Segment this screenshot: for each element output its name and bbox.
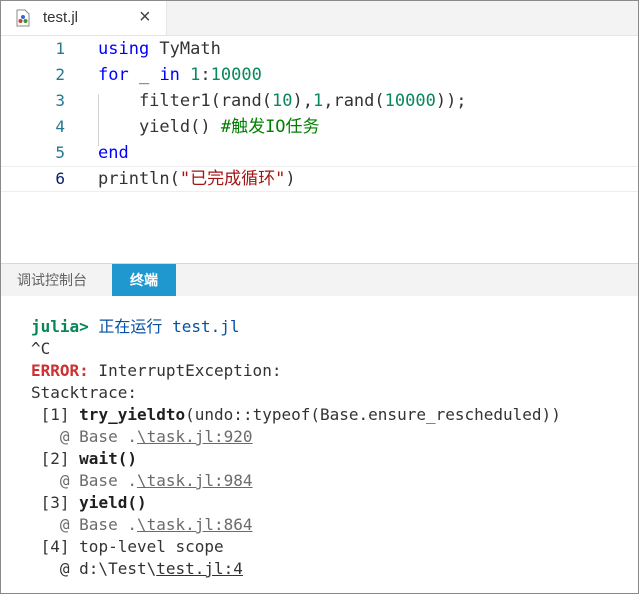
code-line-6[interactable]: 6 println("已完成循环"): [1, 166, 638, 192]
frame-module: @ Base .: [31, 515, 137, 534]
code-token: end: [98, 143, 129, 163]
editor-tab-bar: test.jl ×: [1, 1, 638, 36]
line-number: 3: [55, 91, 65, 110]
stack-frame-4: [4] top-level scope: [31, 536, 224, 558]
code-token: yield(): [98, 117, 221, 137]
line-number: 2: [55, 65, 65, 84]
code-token: ): [285, 169, 296, 189]
tab-debug-console[interactable]: 调试控制台: [17, 264, 87, 296]
stack-frame-4-location: @ d:\Test\test.jl:4: [31, 558, 243, 580]
code-line-2[interactable]: 2 for _ in 1:10000: [1, 62, 638, 88]
frame-module: @ d:\Test\: [31, 559, 157, 578]
code-text: filter1(rand(10),1,rand(10000));: [98, 88, 467, 114]
code-token: println(: [98, 169, 180, 189]
frame-file-link[interactable]: \task.jl:920: [137, 427, 253, 446]
error-line: ERROR: InterruptException:: [31, 360, 281, 382]
frame-function: wait(): [79, 449, 137, 468]
frame-file-link[interactable]: \task.jl:984: [137, 471, 253, 490]
stack-frame-2-location: @ Base .\task.jl:984: [31, 470, 253, 492]
terminal-prompt-line: julia> 正在运行 test.jl: [31, 316, 240, 338]
code-text: yield() #触发IO任务: [98, 114, 320, 140]
frame-file-link[interactable]: test.jl:4: [156, 559, 243, 578]
code-token: ,rand(: [323, 91, 385, 111]
frame-module: @ Base .: [31, 427, 137, 446]
stacktrace-header: Stacktrace:: [31, 383, 137, 402]
frame-index: [3]: [31, 493, 80, 512]
line-number: 6: [55, 169, 65, 188]
code-token: ),: [292, 91, 313, 111]
terminal-panel[interactable]: julia> 正在运行 test.jl ^C ERROR: InterruptE…: [1, 296, 638, 593]
code-token: _: [128, 65, 160, 85]
frame-module: @ Base .: [31, 471, 137, 490]
panel-tab-bar: 调试控制台 终端: [1, 263, 638, 296]
frame-index: [1]: [31, 405, 80, 424]
close-icon[interactable]: ×: [139, 5, 151, 29]
code-token: 1: [312, 91, 324, 111]
line-number: 5: [55, 143, 65, 162]
julia-prompt: julia>: [31, 317, 89, 336]
frame-function: try_yieldto: [79, 405, 186, 424]
interrupt-line: ^C: [31, 339, 51, 358]
stack-frame-1: [1] try_yieldto(undo::typeof(Base.ensure…: [31, 404, 561, 426]
error-text: InterruptException:: [88, 361, 282, 380]
tab-terminal[interactable]: 终端: [112, 264, 176, 296]
code-token: TyMath: [149, 39, 221, 59]
code-text: for _ in 1:10000: [98, 62, 262, 88]
vscode-window: test.jl × 1 using TyMath 2 for _ in 1:10…: [0, 0, 639, 594]
tab-title: test.jl: [43, 9, 79, 26]
stack-frame-3-location: @ Base .\task.jl:864: [31, 514, 253, 536]
line-number: 1: [55, 39, 65, 58]
code-line-3[interactable]: 3 filter1(rand(10),1,rand(10000));: [1, 88, 638, 114]
tab-test-jl[interactable]: test.jl ×: [1, 1, 167, 35]
code-token: 10: [272, 91, 293, 111]
stack-frame-2: [2] wait(): [31, 448, 137, 470]
code-token: #触发IO任务: [220, 117, 320, 137]
code-token: :: [200, 65, 211, 85]
frame-index: [4]: [31, 537, 80, 556]
stack-frame-1-location: @ Base .\task.jl:920: [31, 426, 253, 448]
code-text: println("已完成循环"): [98, 166, 296, 192]
code-token: 1: [190, 65, 201, 85]
frame-args: top-level scope: [79, 537, 224, 556]
frame-index: [2]: [31, 449, 80, 468]
code-text: using TyMath: [98, 36, 221, 62]
error-label: ERROR:: [31, 361, 89, 380]
code-line-5[interactable]: 5 end: [1, 140, 638, 166]
code-editor[interactable]: 1 using TyMath 2 for _ in 1:10000 3 filt…: [1, 36, 638, 261]
code-line-4[interactable]: 4 yield() #触发IO任务: [1, 114, 638, 140]
code-token: for: [98, 65, 129, 85]
stack-frame-3: [3] yield(): [31, 492, 147, 514]
code-line-1[interactable]: 1 using TyMath: [1, 36, 638, 62]
run-message: 正在运行 test.jl: [88, 317, 240, 336]
frame-file-link[interactable]: \task.jl:864: [137, 515, 253, 534]
code-text: end: [98, 140, 129, 166]
code-token: "已完成循环": [179, 169, 286, 189]
code-token: using: [98, 39, 150, 59]
code-token: 10000: [210, 65, 262, 85]
code-token: in: [159, 65, 180, 85]
julia-file-icon: [16, 9, 30, 27]
frame-args: (undo::typeof(Base.ensure_rescheduled)): [185, 405, 561, 424]
code-token: 10000: [384, 91, 436, 111]
code-token: ));: [435, 91, 467, 111]
code-token: filter1(rand(: [98, 91, 272, 111]
frame-function: yield(): [79, 493, 147, 512]
line-number: 4: [55, 117, 65, 136]
